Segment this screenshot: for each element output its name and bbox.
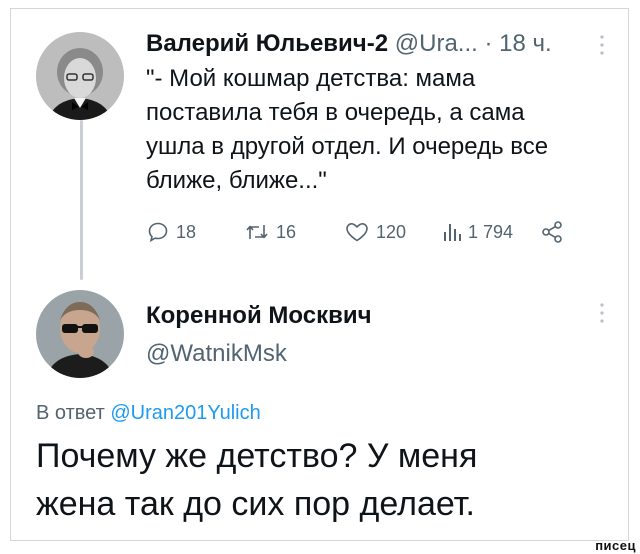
tweet2-author-name[interactable]: Коренной Москвич <box>146 302 372 329</box>
retweet-count: 16 <box>276 221 297 242</box>
reply-count: 18 <box>176 221 197 242</box>
like-button[interactable]: 120 <box>344 216 406 248</box>
avatar-image <box>36 32 124 120</box>
retweet-icon <box>246 225 268 239</box>
like-count: 120 <box>376 221 407 242</box>
tweet1-author-name[interactable]: Валерий Юльевич-2 <box>146 30 388 57</box>
tweet2-header: Коренной Москвич <box>146 302 372 330</box>
tweet1-header: Валерий Юльевич-2 @Ura... · 18 ч. <box>146 30 552 58</box>
tweet1-text: "- Мой кошмар детства: мама поставила те… <box>146 65 549 194</box>
reply-prefix: В ответ <box>36 402 105 424</box>
heart-icon <box>346 222 368 242</box>
avatar-image <box>36 290 124 378</box>
avatar-watnik[interactable] <box>36 290 124 378</box>
reply-icon <box>148 222 168 243</box>
share-button[interactable] <box>540 216 564 248</box>
reply-button[interactable]: 18 <box>146 216 196 248</box>
avatar-valery[interactable] <box>36 32 124 120</box>
tweet2-more-icon[interactable] <box>599 302 605 324</box>
reply-context: В ответ @Uran201Yulich <box>36 402 261 425</box>
tweet1-more-icon[interactable] <box>599 34 605 56</box>
share-icon <box>542 221 562 243</box>
thread-line <box>80 120 83 280</box>
views-icon <box>444 224 461 241</box>
reply-mention-link[interactable]: @Uran201Yulich <box>110 402 260 424</box>
views-count: 1 794 <box>468 221 514 242</box>
tweet2-handle-line: @WatnikMsk <box>146 340 287 368</box>
tweet1-author-handle[interactable]: @Ura... <box>395 30 478 57</box>
retweet-button[interactable]: 16 <box>244 216 296 248</box>
tweet1-time[interactable]: · 18 ч. <box>484 30 551 57</box>
tweet2-text: Почему же детство? У меня жена так до си… <box>36 437 478 523</box>
tweet1-actions: 18 16 120 1 794 <box>146 216 586 248</box>
tweet2-author-handle[interactable]: @WatnikMsk <box>146 340 287 367</box>
watermark: писец <box>595 538 636 553</box>
views-button[interactable]: 1 794 <box>442 216 513 248</box>
